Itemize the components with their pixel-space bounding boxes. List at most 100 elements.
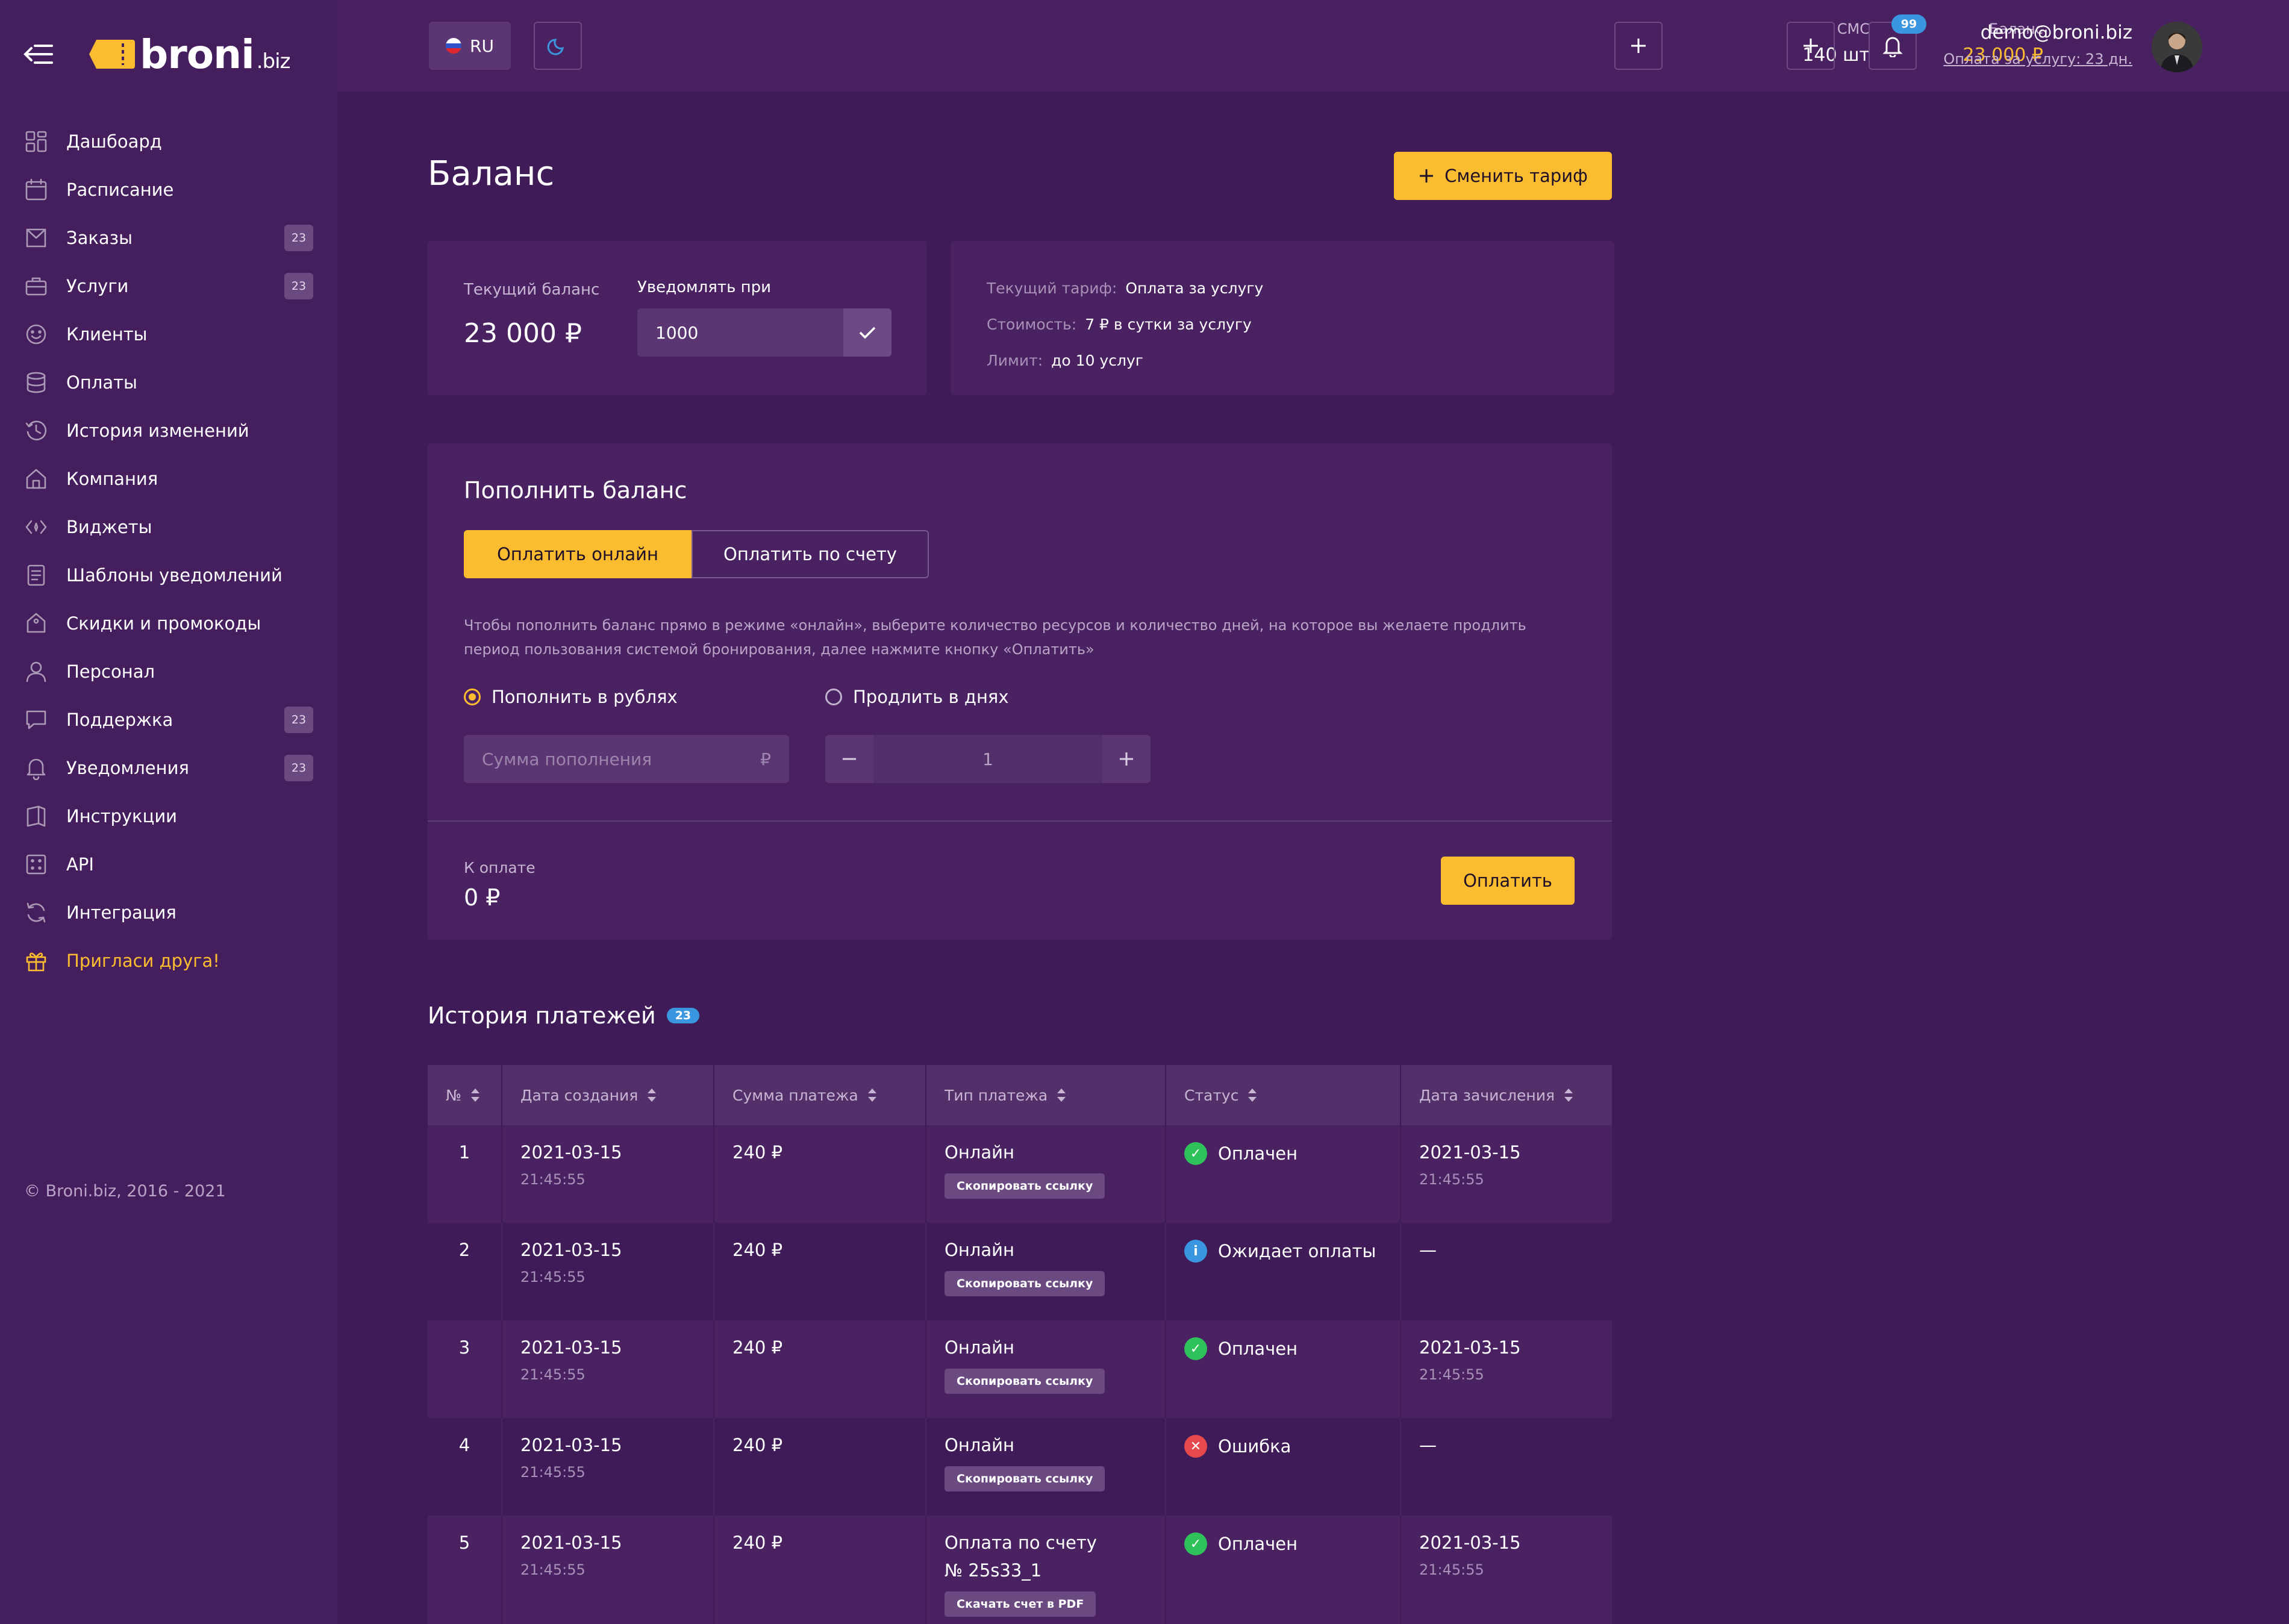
created-time: 21:45:55	[520, 1366, 586, 1383]
payment-method-tabs: Оплатить онлайн Оплатить по счету	[464, 530, 929, 578]
chat-icon	[24, 708, 48, 732]
notify-threshold-field[interactable]: 1000	[637, 308, 892, 357]
sort-icon	[471, 1088, 480, 1102]
sidebar-item-1[interactable]: Дашбоард	[0, 117, 337, 166]
sidebar-item-4[interactable]: Услуги 23	[0, 262, 337, 310]
copyright: © Broni.biz, 2016 - 2021	[24, 1182, 226, 1201]
language-label: RU	[470, 36, 494, 56]
menu-collapse-icon[interactable]	[23, 42, 54, 66]
days-decrement-button[interactable]	[825, 735, 873, 783]
sidebar-item-12[interactable]: Персонал	[0, 648, 337, 696]
sidebar-item-label: Расписание	[66, 180, 174, 200]
column-header[interactable]: Дата зачисления	[1401, 1065, 1612, 1125]
topup-card: Пополнить баланс Оплатить онлайн Оплатит…	[428, 443, 1612, 940]
notify-threshold-value[interactable]: 1000	[637, 323, 843, 343]
sidebar-item-badge: 23	[284, 707, 313, 733]
column-header-label: Тип платежа	[945, 1086, 1048, 1104]
days-stepper: 1	[825, 735, 1151, 783]
sidebar-item-5[interactable]: Клиенты	[0, 310, 337, 358]
avatar[interactable]	[2152, 22, 2202, 72]
sidebar-item-8[interactable]: Компания	[0, 455, 337, 503]
copy-link-button[interactable]: Скопировать ссылку	[945, 1466, 1105, 1491]
gift-icon	[24, 949, 48, 973]
column-header[interactable]: Тип платежа	[926, 1065, 1166, 1125]
tag-icon	[24, 611, 48, 636]
pay-button[interactable]: Оплатить	[1441, 857, 1575, 905]
confirm-threshold-button[interactable]	[843, 308, 892, 357]
theme-toggle-button[interactable]	[534, 22, 582, 70]
sidebar-item-7[interactable]: История изменений	[0, 407, 337, 455]
cell-number: 5	[428, 1516, 502, 1624]
sidebar-item-10[interactable]: Шаблоны уведомлений	[0, 551, 337, 599]
copy-link-button[interactable]: Скопировать ссылку	[945, 1173, 1105, 1199]
notify-threshold-label: Уведомлять при	[637, 278, 772, 296]
download-invoice-button[interactable]: Скачать счет в PDF	[945, 1591, 1096, 1617]
sidebar-item-16[interactable]: API	[0, 840, 337, 889]
user-email[interactable]: demo@broni.biz	[1981, 22, 2132, 43]
user-subscription-link[interactable]: Оплата за услугу: 23 дн.	[1943, 51, 2132, 67]
sidebar-item-11[interactable]: Скидки и промокоды	[0, 599, 337, 648]
days-increment-button[interactable]	[1102, 735, 1151, 783]
radio-days-label: Продлить в днях	[853, 687, 1009, 707]
add-sms-button[interactable]	[1614, 22, 1663, 70]
sidebar-item-15[interactable]: Инструкции	[0, 792, 337, 840]
sidebar-item-18[interactable]: Пригласи друга!	[0, 937, 337, 985]
cell-created: 2021-03-15 21:45:55	[502, 1320, 714, 1418]
cell-created: 2021-03-15 21:45:55	[502, 1516, 714, 1624]
logo-text: broni .biz	[140, 31, 290, 78]
payment-amount: 240 ₽	[732, 1240, 783, 1260]
copy-link-button[interactable]: Скопировать ссылку	[945, 1271, 1105, 1296]
error-circle-icon: ✕	[1184, 1435, 1207, 1458]
bell-icon	[24, 756, 48, 781]
cell-number: 1	[428, 1125, 502, 1223]
column-header[interactable]: Статус	[1166, 1065, 1401, 1125]
briefcase-icon	[24, 274, 48, 298]
days-value[interactable]: 1	[873, 735, 1102, 783]
sidebar-item-17[interactable]: Интеграция	[0, 889, 337, 937]
sidebar-item-3[interactable]: Заказы 23	[0, 214, 337, 262]
sidebar-item-label: Услуги	[66, 276, 129, 296]
cell-number: 4	[428, 1418, 502, 1516]
cell-amount: 240 ₽	[714, 1223, 926, 1320]
created-date: 2021-03-15	[520, 1240, 622, 1260]
paid-time: 21:45:55	[1419, 1171, 1484, 1188]
change-tariff-button[interactable]: Сменить тариф	[1394, 152, 1612, 200]
plus-icon	[1631, 39, 1646, 53]
cell-status: ✓ Оплачен	[1166, 1320, 1401, 1418]
payment-history-table: № Дата создания Сумма платежа Тип платежа Ст…	[428, 1065, 1612, 1624]
copy-link-button[interactable]: Скопировать ссылку	[945, 1369, 1105, 1394]
sidebar-item-2[interactable]: Расписание	[0, 166, 337, 214]
topbar: RU СМС 140 шт Баланс 23 000 ₽ 99 demo@br…	[337, 0, 2289, 92]
cell-number: 3	[428, 1320, 502, 1418]
to-pay-label: К оплате	[464, 859, 536, 876]
sort-icon	[1564, 1088, 1573, 1102]
column-header[interactable]: Дата создания	[502, 1065, 714, 1125]
tariff-limit-row: Лимит: до 10 услуг	[987, 352, 1143, 369]
language-selector[interactable]: RU	[429, 22, 511, 70]
logo[interactable]: broni .biz	[88, 31, 290, 78]
tab-pay-online[interactable]: Оплатить онлайн	[464, 530, 692, 578]
column-header[interactable]: Сумма платежа	[714, 1065, 926, 1125]
sort-icon	[867, 1088, 876, 1102]
paid-date: —	[1419, 1240, 1437, 1260]
sidebar-item-9[interactable]: Виджеты	[0, 503, 337, 551]
add-balance-button[interactable]	[1787, 22, 1835, 70]
sidebar-item-13[interactable]: Поддержка 23	[0, 696, 337, 744]
column-header-label: Сумма платежа	[732, 1086, 858, 1104]
column-header[interactable]: №	[428, 1065, 502, 1125]
sidebar-item-label: Уведомления	[66, 758, 189, 778]
sidebar: broni .biz Дашбоард Расписание Заказы 23 Услу…	[0, 0, 337, 1624]
radio-extend-days[interactable]: Продлить в днях	[825, 687, 1009, 707]
sidebar-item-14[interactable]: Уведомления 23	[0, 744, 337, 792]
cell-paid-date: —	[1401, 1223, 1612, 1320]
tariff-limit-label: Лимит:	[987, 352, 1043, 369]
topup-amount-input[interactable]: Сумма пополнения ₽	[464, 735, 789, 783]
change-tariff-label: Сменить тариф	[1444, 166, 1588, 186]
info-circle-icon: i	[1184, 1240, 1207, 1263]
tab-pay-invoice[interactable]: Оплатить по счету	[692, 530, 929, 578]
sidebar-item-6[interactable]: Оплаты	[0, 358, 337, 407]
status-badge: ✓ Оплачен	[1184, 1142, 1400, 1165]
created-time: 21:45:55	[520, 1269, 586, 1285]
radio-topup-rubles[interactable]: Пополнить в рублях	[464, 687, 678, 707]
current-balance-label: Текущий баланс	[464, 281, 600, 299]
